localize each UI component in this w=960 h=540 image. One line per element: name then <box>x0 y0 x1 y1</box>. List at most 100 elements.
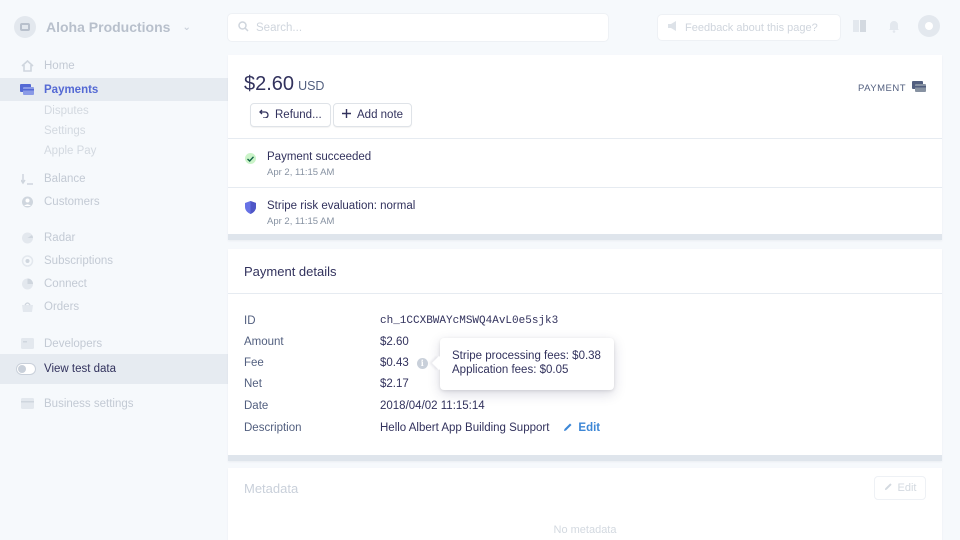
divider <box>228 138 942 139</box>
add-note-button[interactable]: Add note <box>333 103 413 127</box>
business-settings-icon <box>20 398 34 410</box>
home-icon <box>20 59 34 72</box>
card-separator <box>228 234 942 240</box>
payment-type-label: PAYMENT <box>858 81 926 95</box>
radar-icon <box>20 232 34 244</box>
sidebar-item-customers[interactable]: Customers <box>0 190 228 213</box>
connect-icon <box>20 278 34 290</box>
info-icon[interactable]: i <box>416 357 428 369</box>
orders-icon <box>20 301 34 313</box>
section-title: Metadata <box>244 481 299 496</box>
sidebar-item-label: Customers <box>44 195 100 208</box>
sidebar-item-business-settings[interactable]: Business settings <box>0 392 228 415</box>
refund-label: Refund... <box>275 109 322 121</box>
detail-value[interactable]: ch_1CCXBWAYcMSWQ4AvL0e5sjk3 <box>380 315 558 327</box>
detail-value: 2018/04/02 11:15:14 <box>380 400 485 412</box>
sidebar-item-connect[interactable]: Connect <box>0 272 228 295</box>
amount-currency: USD <box>298 79 325 93</box>
detail-key: Amount <box>244 336 284 348</box>
developers-icon <box>20 338 34 350</box>
detail-value: $2.17 <box>380 378 409 390</box>
sidebar-item-subscriptions[interactable]: Subscriptions <box>0 249 228 272</box>
notifications-bell-icon[interactable] <box>886 18 902 34</box>
detail-key: Net <box>244 378 262 390</box>
detail-value-wrapper: Hello Albert App Building Support Edit <box>380 422 600 435</box>
sidebar-item-balance[interactable]: Balance <box>0 167 228 190</box>
sidebar-item-label: Payments <box>44 83 99 96</box>
search-icon <box>238 20 249 35</box>
sidebar-item-orders[interactable]: Orders <box>0 295 228 318</box>
chevron-down-icon: ⌄ <box>182 21 191 33</box>
sidebar-item-label: Orders <box>44 300 80 313</box>
sidebar-item-label: Developers <box>44 337 103 350</box>
add-note-label: Add note <box>357 109 404 121</box>
payments-icon <box>20 84 34 96</box>
subscriptions-icon <box>20 254 34 267</box>
avatar[interactable] <box>918 15 940 37</box>
divider <box>228 293 942 294</box>
megaphone-icon <box>667 21 679 34</box>
sidebar-item-label: Connect <box>44 277 87 290</box>
sidebar-item-payments[interactable]: Payments <box>0 78 228 101</box>
sidebar-item-label: Settings <box>44 124 86 137</box>
section-title: Payment details <box>244 264 337 279</box>
refund-icon <box>259 109 269 121</box>
edit-label: Edit <box>897 482 917 494</box>
sidebar-item-label: Radar <box>44 231 76 244</box>
sidebar-item-label: Subscriptions <box>44 254 114 267</box>
tooltip-line-processing-fees: Stripe processing fees: $0.38 <box>452 350 601 362</box>
empty-state-text: No metadata <box>553 524 617 536</box>
divider <box>228 187 942 188</box>
timeline-time: Apr 2, 11:15 AM <box>267 216 335 227</box>
feedback-label: Feedback about this page? <box>685 21 818 34</box>
edit-description-link[interactable]: Edit <box>563 422 600 435</box>
edit-label: Edit <box>578 422 601 434</box>
detail-key: Fee <box>244 357 264 369</box>
fee-breakdown-tooltip: Stripe processing fees: $0.38 Applicatio… <box>440 338 614 390</box>
account-switcher[interactable]: Aloha Productions ⌄ <box>14 14 191 40</box>
timeline-time: Apr 2, 11:15 AM <box>267 167 335 178</box>
customers-icon <box>20 196 34 208</box>
checkmark-icon <box>245 153 256 164</box>
card-separator <box>228 455 942 461</box>
detail-value-wrapper: $0.43 i <box>380 357 428 369</box>
test-data-toggle[interactable] <box>16 363 36 375</box>
sidebar-item-label: Home <box>44 59 75 72</box>
pencil-icon <box>563 422 573 435</box>
detail-key: Date <box>244 400 269 412</box>
payment-type-text: PAYMENT <box>857 82 906 94</box>
timeline-title: Stripe risk evaluation: normal <box>267 200 416 212</box>
account-name: Aloha Productions <box>46 19 171 35</box>
pencil-icon <box>884 482 893 494</box>
detail-value: $2.60 <box>380 336 409 348</box>
sidebar-item-label: View test data <box>44 363 117 375</box>
timeline-title: Payment succeeded <box>267 151 372 163</box>
sidebar: Aloha Productions ⌄ Home Payments Disput… <box>0 0 228 540</box>
balance-icon <box>20 173 34 185</box>
detail-value: Hello Albert App Building Support <box>380 422 550 434</box>
feedback-button[interactable]: Feedback about this page? <box>658 15 840 40</box>
plus-icon <box>342 109 351 121</box>
sidebar-item-label: Disputes <box>44 104 89 117</box>
tooltip-line-application-fees: Application fees: $0.05 <box>452 364 569 376</box>
search-input[interactable] <box>256 21 586 34</box>
amount-value: $2.60 <box>244 73 295 95</box>
edit-metadata-button[interactable]: Edit <box>874 476 926 500</box>
sidebar-item-developers[interactable]: Developers <box>0 332 228 355</box>
account-icon <box>14 16 36 38</box>
payment-summary-card: $2.60 USD PAYMENT Refund... Add note Pay… <box>228 55 942 240</box>
payment-card-icon <box>912 81 926 95</box>
refund-button[interactable]: Refund... <box>250 103 331 127</box>
sidebar-item-label: Apple Pay <box>44 144 97 157</box>
metadata-card: Metadata Edit No metadata <box>228 468 942 540</box>
search-bar[interactable] <box>228 14 608 41</box>
docs-icon[interactable] <box>852 18 868 34</box>
detail-key: Description <box>244 422 302 434</box>
detail-value: $0.43 <box>380 357 409 369</box>
sidebar-item-radar[interactable]: Radar <box>0 226 228 249</box>
payment-amount: $2.60 USD <box>244 73 324 96</box>
sidebar-item-home[interactable]: Home <box>0 54 228 77</box>
sidebar-item-view-test-data[interactable]: View test data <box>0 354 228 384</box>
sidebar-item-label: Balance <box>44 172 86 185</box>
sidebar-item-apple-pay[interactable]: Apple Pay <box>0 139 228 162</box>
